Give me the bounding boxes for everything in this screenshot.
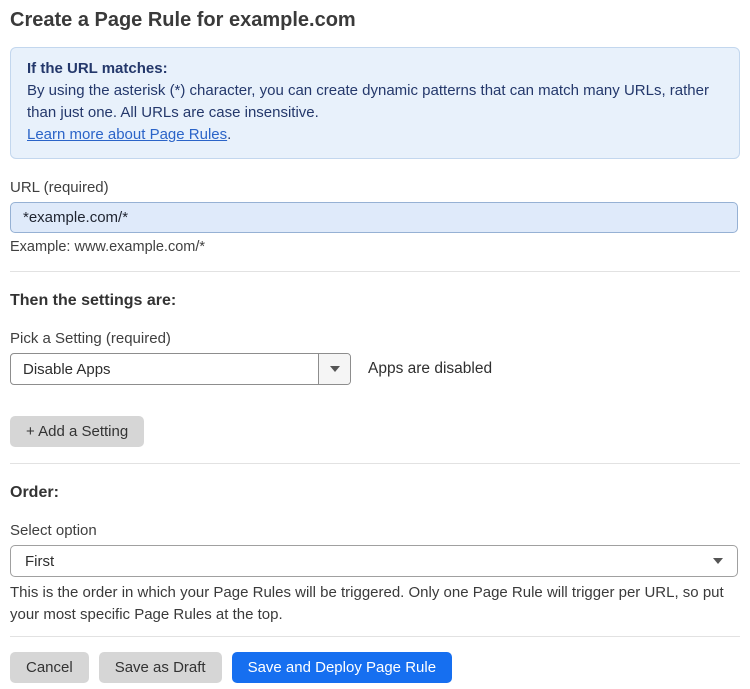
setting-dropdown-arrow-button[interactable] [318,354,350,384]
order-select-value: First [25,552,55,570]
order-select[interactable]: First [10,545,738,577]
order-section-heading: Order: [10,484,59,501]
setting-status-text: Apps are disabled [368,360,493,377]
section-divider [10,271,740,272]
settings-section-heading: Then the settings are: [10,292,177,309]
chevron-down-icon [713,558,723,564]
save-as-draft-button[interactable]: Save as Draft [98,652,222,683]
url-match-info-box: If the URL matches: By using the asteris… [10,47,740,159]
link-suffix: . [227,126,232,143]
pick-setting-label: Pick a Setting (required) [10,330,171,347]
add-setting-button[interactable]: + Add a Setting [10,416,145,447]
url-example-helper: Example: www.example.com/* [10,239,206,255]
cancel-button[interactable]: Cancel [10,652,89,683]
create-page-rule-form: Create a Page Rule for example.com If th… [0,0,750,689]
learn-more-link[interactable]: Learn more about Page Rules [27,126,227,143]
url-input[interactable] [10,202,738,233]
footer-divider [10,636,740,637]
info-box-body: By using the asterisk (*) character, you… [27,82,709,121]
order-select-label: Select option [10,522,97,539]
order-helper-text: This is the order in which your Page Rul… [10,584,724,623]
url-field-label: URL (required) [10,179,109,196]
page-title: Create a Page Rule for example.com [10,9,356,31]
section-divider [10,463,740,464]
info-box-heading: If the URL matches: [27,60,168,77]
setting-dropdown[interactable]: Disable Apps [10,353,351,385]
footer-actions: Cancel Save as Draft Save and Deploy Pag… [10,652,740,683]
setting-dropdown-value: Disable Apps [23,360,111,378]
chevron-down-icon [329,366,340,372]
info-box-link-line: Learn more about Page Rules. [27,124,723,146]
save-and-deploy-button[interactable]: Save and Deploy Page Rule [231,652,453,683]
setting-row: Disable Apps Apps are disabled [10,353,740,385]
